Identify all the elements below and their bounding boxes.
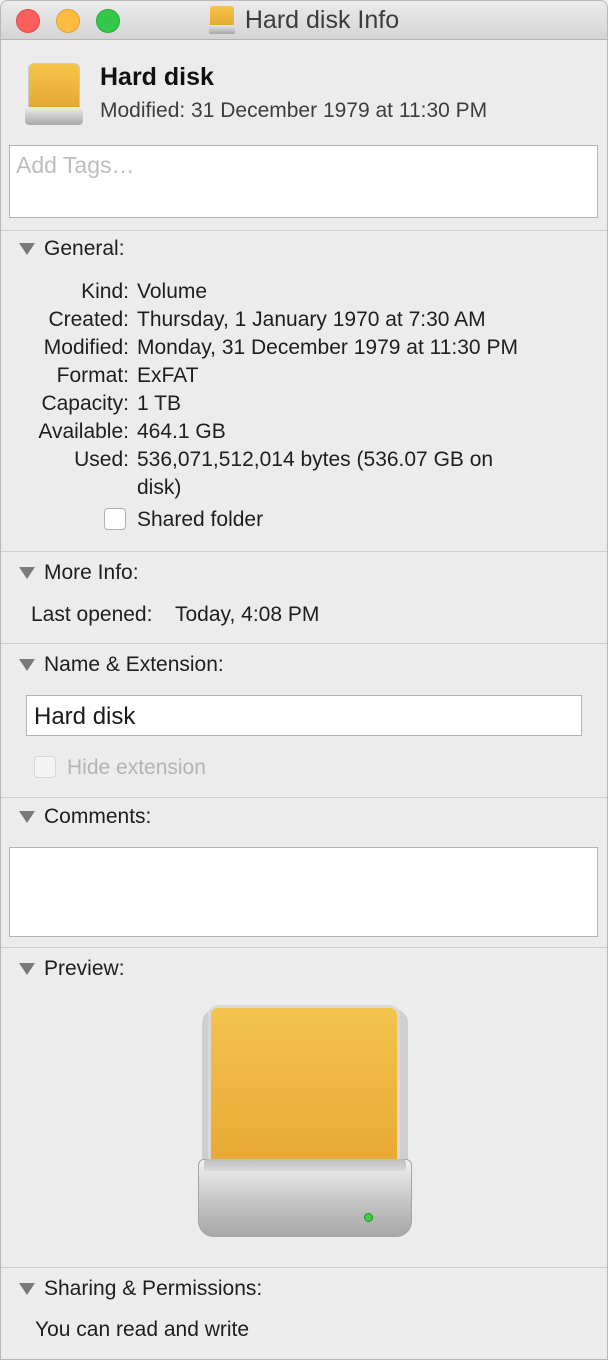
kind-value: Volume — [137, 280, 208, 303]
available-value: 464.1 GB — [137, 420, 226, 443]
drive-led-indicator — [364, 1213, 373, 1222]
created-label: Created: — [48, 308, 129, 331]
section-more-info-title: More Info: — [44, 561, 139, 584]
title-wrap: Hard disk Info — [1, 1, 607, 39]
disclosure-triangle-icon — [19, 811, 35, 823]
used-value: 536,071,512,014 bytes (536.07 GB on — [137, 448, 494, 471]
hide-extension-checkbox[interactable] — [34, 756, 56, 778]
comments-field[interactable] — [9, 847, 598, 937]
modified-label: Modified: — [43, 336, 129, 359]
item-name: Hard disk — [100, 63, 214, 91]
divider — [1, 947, 607, 948]
section-name-extension-toggle[interactable]: Name & Extension: — [19, 653, 224, 677]
disclosure-triangle-icon — [19, 659, 35, 671]
section-general-toggle[interactable]: General: — [19, 237, 125, 261]
capacity-label: Capacity: — [41, 392, 129, 415]
divider — [1, 230, 607, 231]
name-field-value: Hard disk — [34, 703, 136, 730]
shared-folder-label[interactable]: Shared folder — [137, 508, 263, 532]
divider — [1, 1267, 607, 1268]
section-comments-title: Comments: — [44, 805, 152, 828]
last-opened-value: Today, 4:08 PM — [175, 603, 320, 626]
window-title: Hard disk Info — [244, 5, 400, 34]
name-field[interactable]: Hard disk — [26, 695, 582, 736]
section-preview-toggle[interactable]: Preview: — [19, 957, 125, 981]
section-name-extension-title: Name & Extension: — [44, 653, 224, 676]
disclosure-triangle-icon — [19, 243, 35, 255]
format-label: Format: — [56, 364, 129, 387]
divider — [1, 643, 607, 644]
section-sharing-title: Sharing & Permissions: — [44, 1277, 263, 1300]
section-preview-title: Preview: — [44, 957, 125, 980]
hard-drive-icon — [25, 63, 83, 125]
section-general-title: General: — [44, 237, 125, 260]
modified-summary: Modified: 31 December 1979 at 11:30 PM — [100, 99, 488, 122]
title-bar[interactable]: Hard disk Info — [1, 1, 607, 40]
shared-folder-checkbox[interactable] — [104, 508, 126, 530]
used-value-continued: disk) — [137, 476, 182, 499]
tags-field[interactable]: Add Tags… — [9, 145, 598, 218]
hard-drive-icon — [208, 6, 235, 34]
external-hard-drive-icon — [198, 1003, 412, 1239]
section-sharing-toggle[interactable]: Sharing & Permissions: — [19, 1277, 262, 1301]
disclosure-triangle-icon — [19, 1283, 35, 1295]
kind-label: Kind: — [81, 280, 129, 303]
disclosure-triangle-icon — [19, 963, 35, 975]
capacity-value: 1 TB — [137, 392, 181, 415]
format-value: ExFAT — [137, 364, 199, 387]
info-window: Hard disk Info Hard disk Modified: 31 De… — [0, 0, 608, 1360]
disclosure-triangle-icon — [19, 567, 35, 579]
used-label: Used: — [74, 448, 129, 471]
permissions-summary: You can read and write — [35, 1318, 250, 1341]
available-label: Available: — [38, 420, 129, 443]
divider — [1, 797, 607, 798]
section-comments-toggle[interactable]: Comments: — [19, 805, 151, 829]
divider — [1, 551, 607, 552]
modified-value: Monday, 31 December 1979 at 11:30 PM — [137, 336, 518, 359]
last-opened-label: Last opened: — [31, 603, 153, 626]
tags-placeholder: Add Tags… — [16, 152, 135, 178]
created-value: Thursday, 1 January 1970 at 7:30 AM — [137, 308, 486, 331]
section-more-info-toggle[interactable]: More Info: — [19, 561, 139, 585]
hide-extension-label: Hide extension — [67, 756, 206, 779]
